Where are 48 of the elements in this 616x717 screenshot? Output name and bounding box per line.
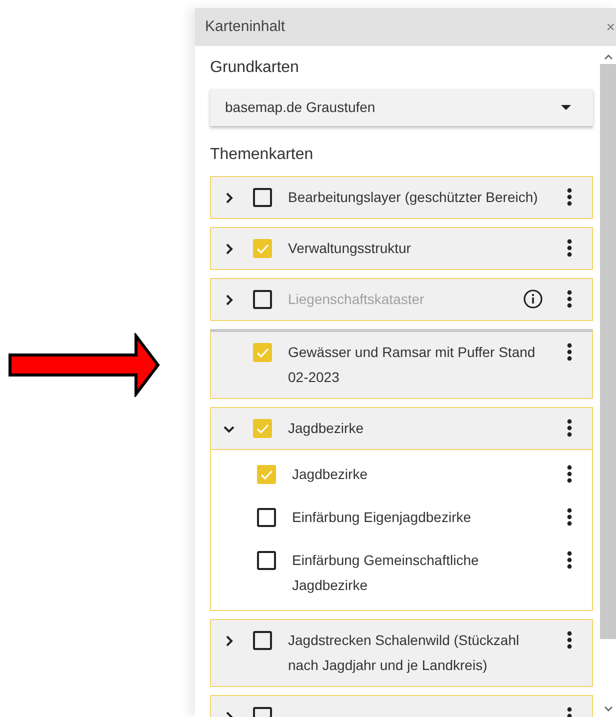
pointer-arrow-icon — [8, 333, 160, 397]
checkbox[interactable] — [257, 508, 276, 527]
layer-label: Jagdstrecken Schalenwild (Stückzahl nach Jagdjahr und je Landkreis) — [288, 631, 520, 675]
check-icon — [256, 242, 270, 254]
more-options-icon[interactable] — [567, 343, 572, 361]
layer-label: Jagdbezirke — [288, 419, 364, 438]
chevron-right-icon[interactable] — [225, 192, 233, 204]
check-icon — [256, 422, 270, 434]
layer-label: Verwaltungsstruktur — [288, 239, 412, 258]
more-options-icon[interactable] — [567, 290, 572, 308]
layer-label: Liegenschaftskataster — [288, 290, 426, 309]
checkbox[interactable] — [253, 188, 272, 207]
chevron-down-icon[interactable] — [223, 424, 235, 432]
panel-title: Karteninhalt — [205, 16, 286, 37]
layer-item[interactable]: Jagdbezirke Jagdbezirke Einfärbung Eigenjagdbezirke Einfärbung Gemeinschaftliche Jagdbezirke — [210, 407, 593, 611]
checkbox[interactable] — [253, 419, 272, 438]
layer-item[interactable]: Verwaltungsstruktur — [210, 227, 593, 270]
checkbox[interactable] — [253, 343, 272, 362]
section-heading: Grundkarten — [210, 58, 300, 78]
layer-label: Einfärbung Gemeinschaftliche Jagdbezirke — [292, 551, 480, 595]
more-options-icon[interactable] — [567, 551, 572, 569]
basemap-dropdown[interactable]: basemap.de Graustufen — [210, 89, 593, 126]
more-options-icon[interactable] — [567, 239, 572, 257]
more-options-icon[interactable] — [567, 188, 572, 206]
layer-label: Jagdbezirke — [292, 465, 368, 484]
more-options-icon[interactable] — [567, 631, 572, 649]
layer-label: Bearbeitungslayer (geschützter Bereich) — [288, 188, 539, 207]
caret-down-icon — [561, 105, 571, 110]
check-icon — [260, 468, 274, 480]
scroll-down-icon[interactable] — [604, 706, 612, 712]
layer-item[interactable]: Jagdstrecken Schalenwild (Stückzahl nach Jagdjahr und je Landkreis) — [210, 619, 593, 687]
checkbox[interactable] — [253, 239, 272, 258]
more-options-icon[interactable] — [567, 508, 572, 526]
scroll-up-icon[interactable] — [604, 54, 612, 60]
dropdown-value: basemap.de Graustufen — [225, 98, 376, 117]
more-options-icon[interactable] — [567, 465, 572, 483]
layer-item[interactable]: Gewässer und Ramsar mit Puffer Stand 02-2023 — [210, 329, 593, 399]
chevron-right-icon[interactable] — [225, 242, 233, 254]
section-heading: Themenkarten — [210, 145, 314, 165]
layer-label: Einfärbung Eigenjagdbezirke — [292, 508, 472, 527]
chevron-right-icon[interactable] — [225, 634, 233, 646]
checkbox[interactable] — [257, 551, 276, 570]
more-options-icon[interactable] — [567, 419, 572, 437]
check-icon — [256, 346, 270, 358]
layer-label: Gewässer und Ramsar mit Puffer Stand 02-2023 — [288, 343, 536, 387]
checkbox[interactable] — [257, 465, 276, 484]
checkbox[interactable] — [253, 631, 272, 650]
layer-item[interactable]: Bearbeitungslayer (geschützter Bereich) — [210, 176, 593, 219]
